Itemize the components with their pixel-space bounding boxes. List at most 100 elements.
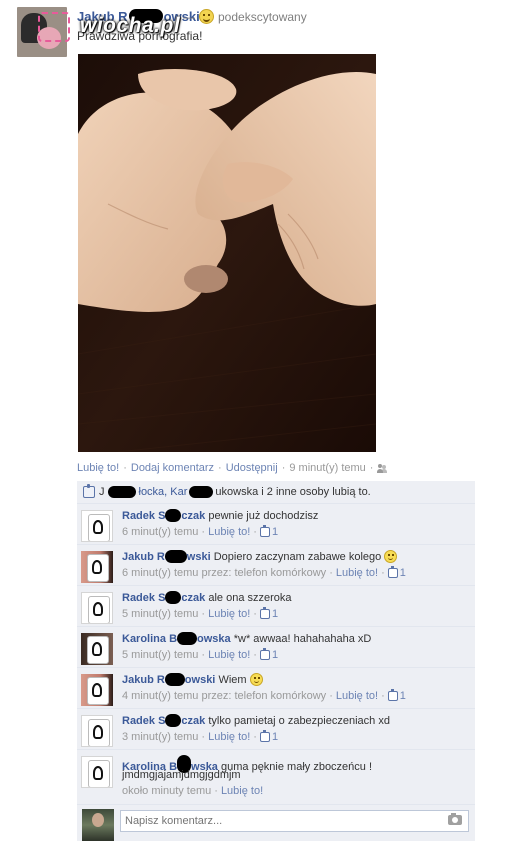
commenter-name[interactable]: czak <box>181 592 205 604</box>
commenter-name[interactable]: Karolina B <box>122 633 177 645</box>
comment-meta: około minuty temu · Lubię to! <box>122 785 264 797</box>
comment-like-link[interactable]: Lubię to! <box>208 731 250 743</box>
watermark-frame <box>38 12 70 42</box>
commenter-avatar[interactable] <box>81 633 113 665</box>
like-link[interactable]: Lubię to! <box>77 462 119 474</box>
hands-photo <box>78 54 376 452</box>
post-actions: Lubię to! · Dodaj komentarz · Udostępnij… <box>77 462 387 474</box>
commenter-avatar[interactable] <box>81 756 113 788</box>
comment-like-link[interactable]: Lubię to! <box>208 608 250 620</box>
camera-icon[interactable] <box>448 813 462 825</box>
comment-text: Dopiero zaczynam zabawe kolego <box>213 551 382 563</box>
comment-like-count[interactable]: 1 <box>387 689 406 702</box>
comment-meta: 5 minut(y) temu · Lubię to! · 1 <box>122 607 279 620</box>
comment-like-link[interactable]: Lubię to! <box>336 690 378 702</box>
thumbs-up-icon <box>83 484 95 498</box>
mask-icon <box>87 677 109 705</box>
comment-item: Karolina B owska *w* awwaa! hahahahaha xD… <box>77 626 475 667</box>
redaction-blot <box>164 550 187 563</box>
redaction-blot <box>107 486 136 498</box>
comment-text-line2: jmdmgjajamjdmgjgdmjm <box>122 769 241 781</box>
comment-item: Jakub R owski Wiem 4 minut(y) temu przez:… <box>77 667 475 708</box>
comment-input[interactable] <box>120 810 469 832</box>
comment-time[interactable]: 5 minut(y) temu <box>122 649 198 661</box>
redaction-blot <box>177 632 198 645</box>
thumbs-up-icon <box>259 607 270 619</box>
smiley-icon <box>384 550 398 563</box>
comment-meta: 6 minut(y) temu przez: telefon komórkowy… <box>122 566 406 579</box>
post-timestamp[interactable]: 9 minut(y) temu <box>289 462 365 474</box>
commenter-avatar[interactable] <box>81 674 113 706</box>
comment-time[interactable]: 3 minut(y) temu <box>122 731 198 743</box>
commenter-avatar[interactable] <box>81 510 113 542</box>
comment-like-count[interactable]: 1 <box>259 648 278 661</box>
commenter-name[interactable]: Jakub R <box>122 551 165 563</box>
comment-body: Jakub R owski Wiem <box>122 673 263 686</box>
thumbs-up-icon <box>259 648 270 660</box>
comment-meta: 3 minut(y) temu · Lubię to! · 1 <box>122 730 279 743</box>
commenter-avatar[interactable] <box>81 592 113 624</box>
comment-text: pewnie już dochodzisz <box>208 510 319 522</box>
likes-summary: J łocka, Kar ukowska i 2 inne osoby lubi… <box>77 481 475 504</box>
commenter-name[interactable]: Radek S <box>122 510 165 522</box>
mask-icon <box>88 514 110 541</box>
feeling-status: — podekscytowany <box>183 9 307 24</box>
comment-like-link[interactable]: Lubię to! <box>336 567 378 579</box>
comment-time[interactable]: około minuty temu <box>122 785 211 797</box>
comment-text: guma pęknie mały zboczeńcu ! <box>221 761 373 773</box>
mask-icon <box>88 760 110 787</box>
comment-like-link[interactable]: Lubię to! <box>221 785 263 797</box>
comment-text: *w* awwaa! hahahahaha xD <box>233 633 372 645</box>
commenter-name[interactable]: Radek S <box>122 715 165 727</box>
comment-body: Karolina B owska *w* awwaa! hahahahaha xD <box>122 632 371 645</box>
comment-time[interactable]: 5 minut(y) temu <box>122 608 198 620</box>
commenter-name[interactable]: Radek S <box>122 592 165 604</box>
commenter-avatar[interactable] <box>81 715 113 747</box>
commenter-avatar[interactable] <box>81 551 113 583</box>
smiley-icon <box>199 9 214 24</box>
thumbs-up-icon <box>387 689 398 701</box>
commenter-name[interactable]: owski <box>185 674 216 686</box>
redaction-blot <box>189 486 214 498</box>
commenter-name[interactable]: Jakub R <box>122 674 165 686</box>
comment-body: Radek S czak ale ona szzeroka <box>122 591 292 604</box>
comment-item: Radek S czak pewnie już dochodzisz 6 minu… <box>77 503 475 544</box>
comment-body: Radek S czak tylko pamietaj o zabezpiecze… <box>122 714 390 727</box>
mask-icon <box>87 636 109 664</box>
comment-composer <box>77 804 475 842</box>
comment-like-link[interactable]: Lubię to! <box>208 649 250 661</box>
friends-icon[interactable] <box>377 463 387 473</box>
commenter-name[interactable]: czak <box>181 715 205 727</box>
comment-like-count[interactable]: 1 <box>259 525 278 538</box>
redaction-blot <box>165 591 182 604</box>
comment-meta: 5 minut(y) temu · Lubię to! · 1 <box>122 648 279 661</box>
comment-item: Radek S czak ale ona szzeroka 5 minut(y) … <box>77 585 475 626</box>
thumbs-up-icon <box>259 730 270 742</box>
comment-time[interactable]: 6 minut(y) temu <box>122 526 198 538</box>
comment-like-count[interactable]: 1 <box>259 607 278 620</box>
mask-icon <box>88 719 110 746</box>
commenter-name[interactable]: owska <box>197 633 231 645</box>
commenter-name[interactable]: wski <box>187 551 211 563</box>
mask-icon <box>87 554 109 582</box>
redaction-blot <box>165 714 182 727</box>
comment-body: Jakub R wski Dopiero zaczynam zabawe kole… <box>122 550 398 563</box>
comment-text: Wiem <box>218 674 247 686</box>
thumbs-up-icon <box>259 525 270 537</box>
share-link[interactable]: Udostępnij <box>226 462 278 474</box>
comment-item: Karolina Bwska guma pęknie mały zboczeńc… <box>77 749 475 804</box>
post-photo[interactable] <box>78 54 376 452</box>
comment-link[interactable]: Dodaj komentarz <box>131 462 214 474</box>
comment-time[interactable]: 6 minut(y) temu przez: telefon komórkowy <box>122 567 326 579</box>
commenter-name[interactable]: czak <box>181 510 205 522</box>
comment-like-count[interactable]: 1 <box>259 730 278 743</box>
redaction-blot <box>164 673 185 686</box>
comments-section: J łocka, Kar ukowska i 2 inne osoby lubi… <box>77 481 475 841</box>
comment-time[interactable]: 4 minut(y) temu przez: telefon komórkowy <box>122 690 326 702</box>
mask-icon <box>88 596 110 623</box>
viewer-avatar <box>82 809 114 841</box>
comment-body: Radek S czak pewnie już dochodzisz <box>122 509 318 522</box>
comment-text: ale ona szzeroka <box>208 592 292 604</box>
comment-like-link[interactable]: Lubię to! <box>208 526 250 538</box>
comment-like-count[interactable]: 1 <box>387 566 406 579</box>
